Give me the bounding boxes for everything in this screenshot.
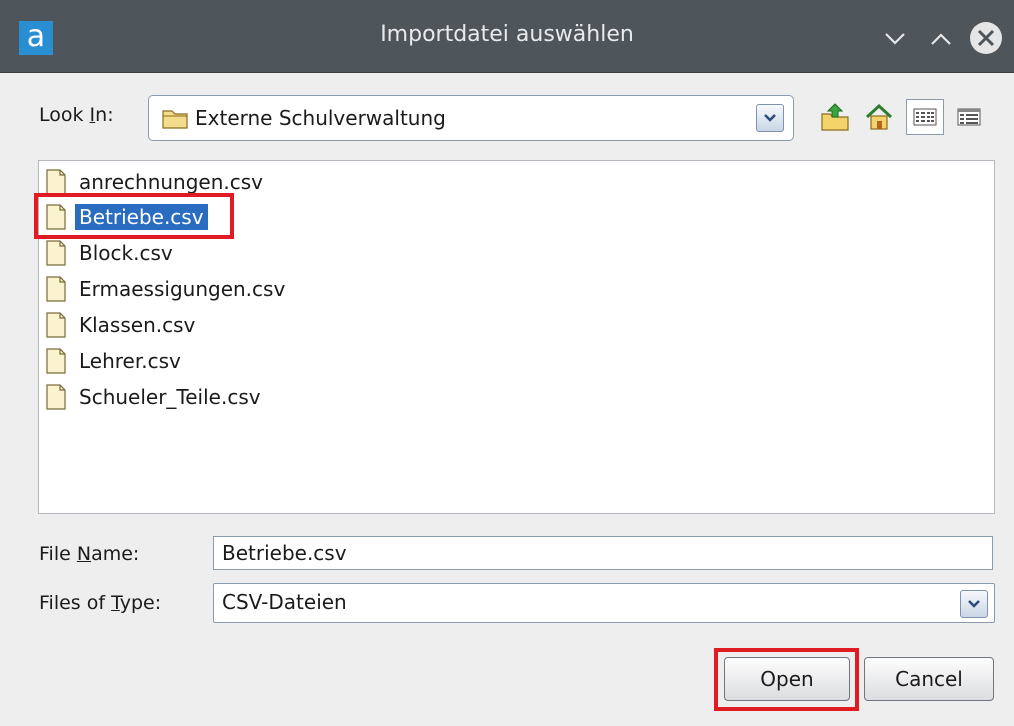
file-type-dropdown-button[interactable] (960, 590, 988, 618)
file-icon (46, 276, 66, 302)
details-view-icon[interactable] (952, 100, 986, 134)
folder-icon (162, 110, 188, 129)
look-in-label: Look In: (39, 104, 114, 126)
file-icon (46, 348, 66, 374)
file-icon (46, 312, 66, 338)
look-in-combobox[interactable]: Externe Schulverwaltung (148, 95, 794, 141)
title-bar: a Importdatei auswählen (0, 0, 1014, 73)
up-folder-icon[interactable] (818, 100, 852, 134)
file-name: Betriebe.csv (75, 204, 208, 230)
look-in-value: Externe Schulverwaltung (195, 106, 446, 130)
file-icon (46, 384, 66, 410)
chevron-down-icon (968, 600, 980, 608)
file-name: Klassen.csv (79, 313, 196, 337)
look-in-dropdown-button[interactable] (756, 104, 784, 132)
file-name-input[interactable] (213, 536, 993, 570)
chevron-down-icon (764, 114, 776, 122)
close-icon[interactable] (970, 22, 1002, 54)
file-type-value: CSV-Dateien (222, 590, 347, 614)
window-title: Importdatei auswählen (380, 22, 634, 47)
file-type-combobox[interactable]: CSV-Dateien (213, 583, 995, 623)
file-icon (46, 204, 66, 230)
file-name: Ermaessigungen.csv (79, 277, 286, 301)
file-name: Block.csv (79, 241, 173, 265)
file-name: anrechnungen.csv (79, 170, 264, 194)
open-button[interactable]: Open (724, 657, 850, 701)
maximize-icon[interactable] (926, 24, 956, 54)
file-icon (46, 169, 66, 195)
file-name: Lehrer.csv (79, 349, 181, 373)
home-icon[interactable] (862, 100, 896, 134)
list-view-icon[interactable] (906, 99, 944, 135)
file-list[interactable]: anrechnungen.csv Betriebe.csv Block.csv … (38, 160, 995, 514)
file-name-label: File Name: (39, 543, 140, 565)
minimize-icon[interactable] (880, 24, 910, 54)
file-icon (46, 240, 66, 266)
file-type-label: Files of Type: (39, 592, 162, 614)
cancel-button[interactable]: Cancel (864, 657, 994, 701)
file-name: Schueler_Teile.csv (79, 385, 261, 409)
